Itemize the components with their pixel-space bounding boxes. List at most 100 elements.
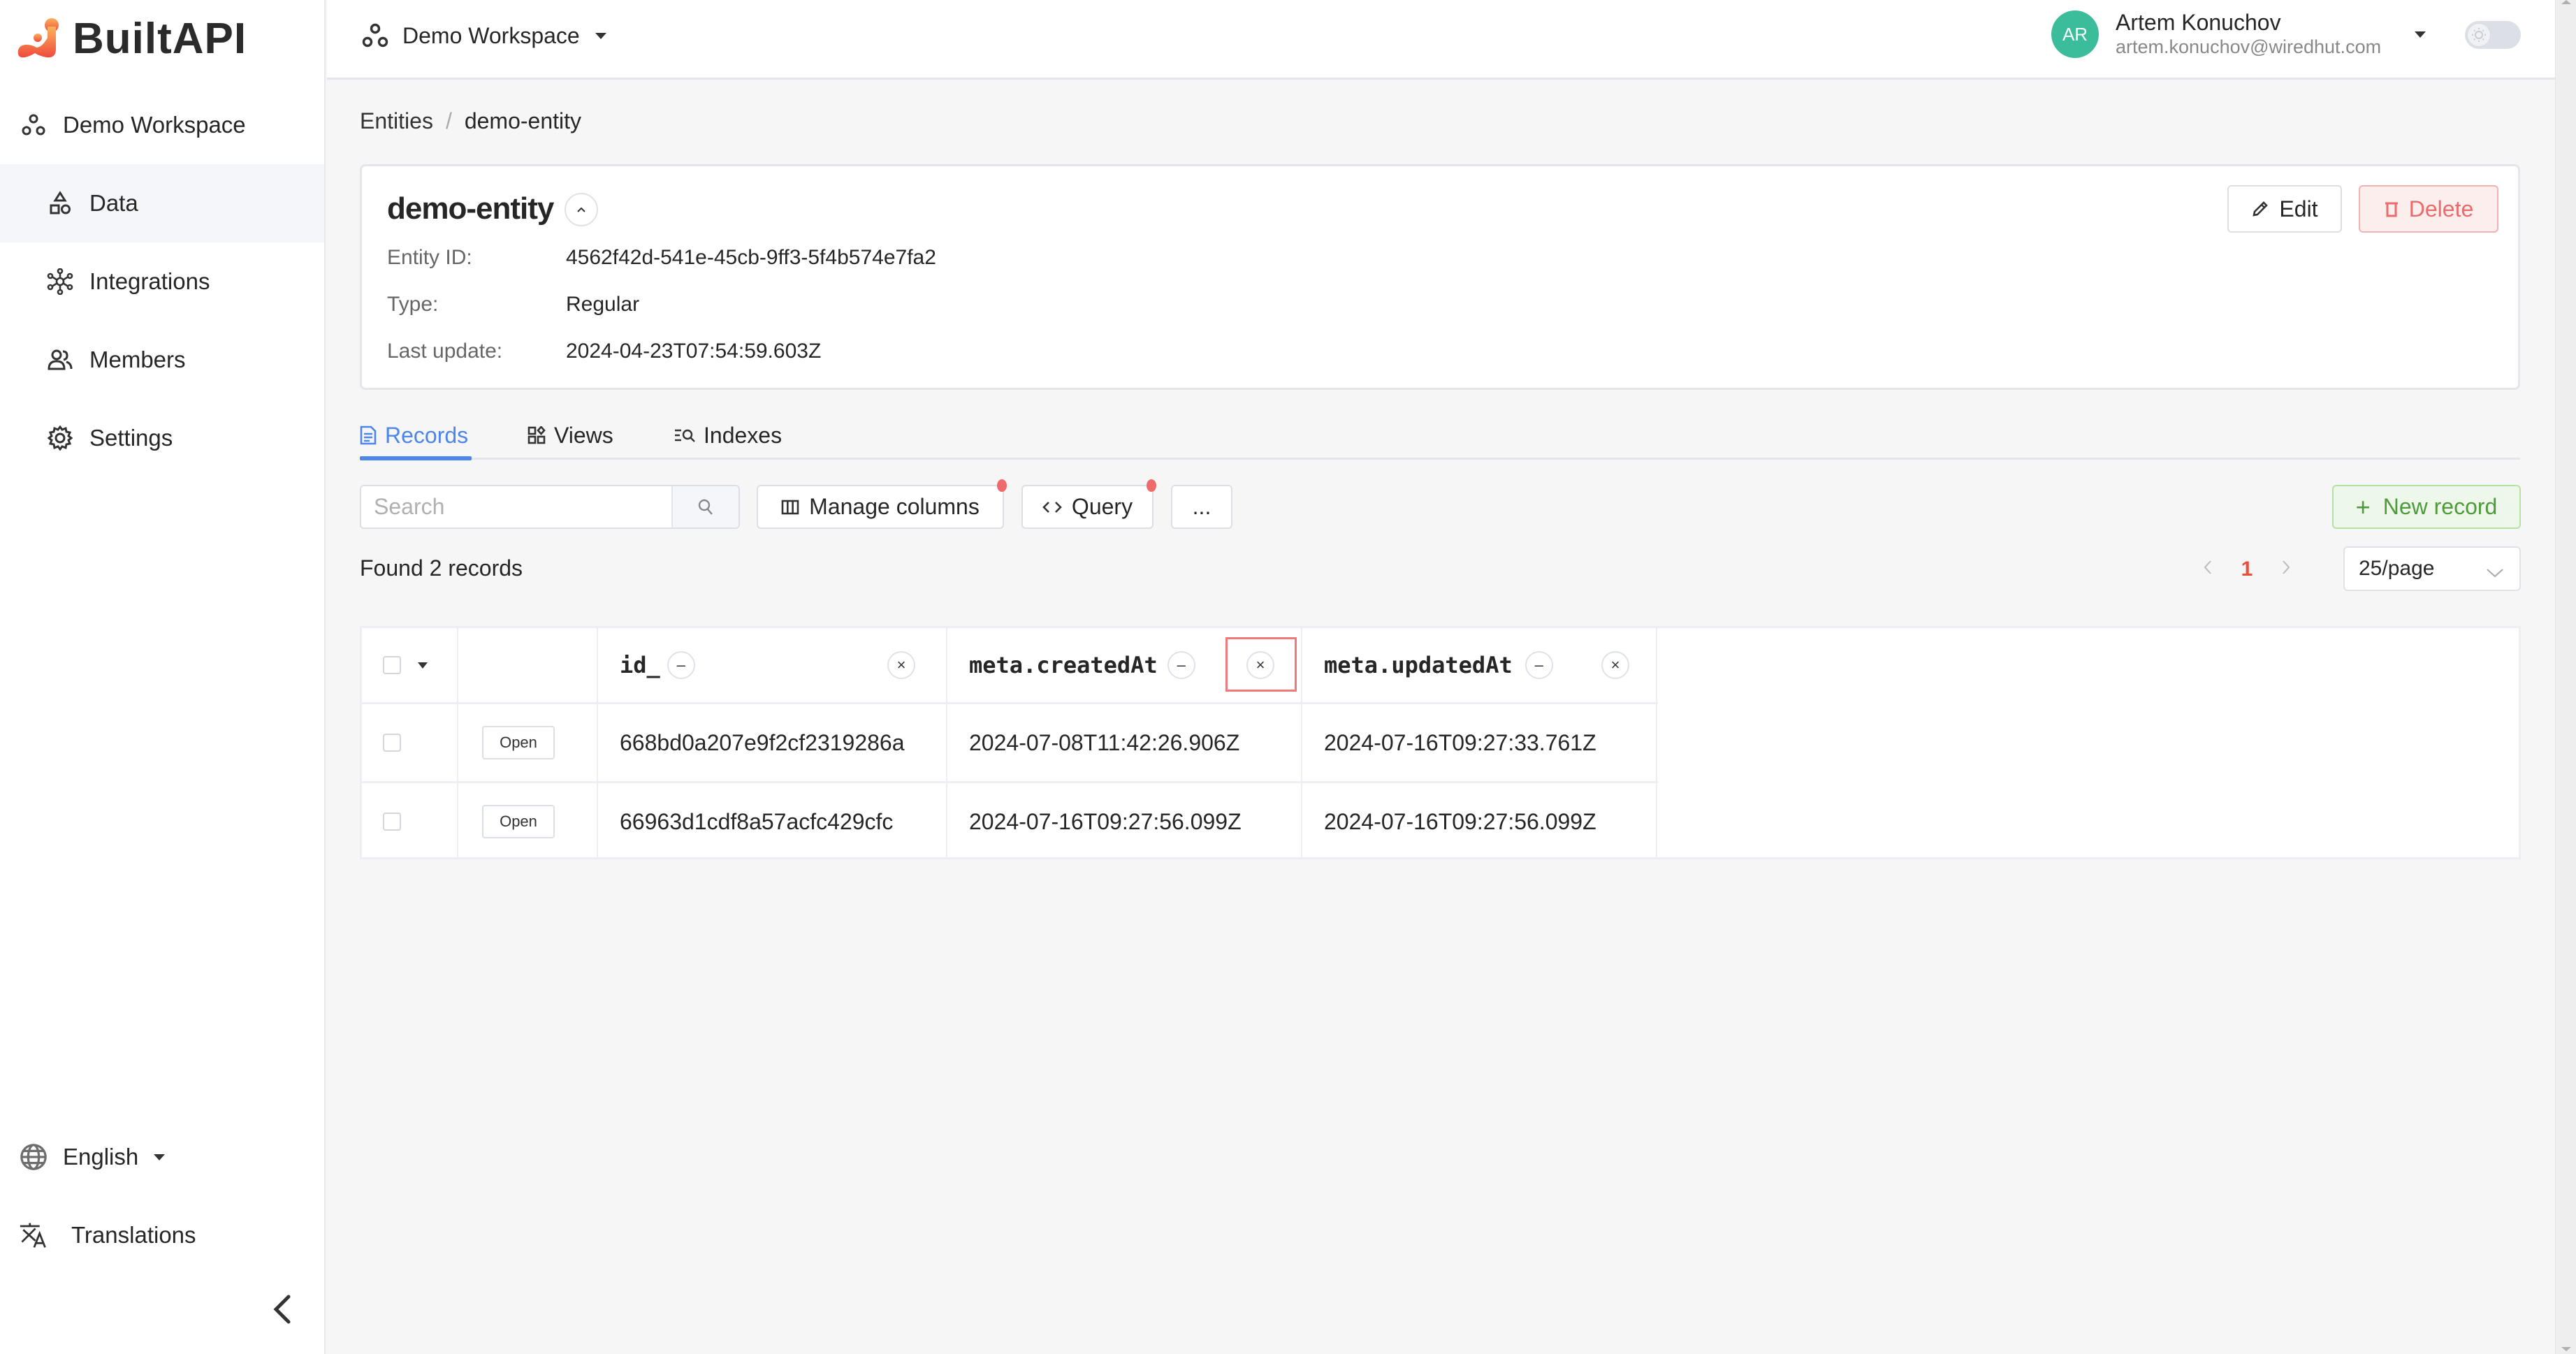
sidebar-item-data[interactable]: Data [0, 164, 324, 242]
index-search-icon [674, 427, 695, 444]
close-icon: × [1610, 656, 1620, 674]
entity-id-label: Entity ID: [387, 246, 472, 269]
new-record-button[interactable]: + New record [2332, 485, 2521, 529]
page-size-value: 25/page [2359, 557, 2435, 580]
row-checkbox[interactable] [383, 813, 401, 831]
entity-type-row: Type: Regular [387, 293, 639, 316]
delete-button[interactable]: Delete [2359, 185, 2498, 233]
entity-type-value: Regular [566, 293, 640, 316]
workspace-switcher[interactable]: Demo Workspace [362, 18, 606, 53]
language-selector[interactable]: English [0, 1118, 324, 1196]
open-record-button[interactable]: Open [482, 726, 555, 759]
remove-column-button[interactable]: × [887, 651, 915, 679]
query-button[interactable]: Query [1021, 479, 1156, 529]
sidebar-item-label: Integrations [89, 268, 210, 294]
sidebar-item-label: Data [89, 190, 138, 216]
entity-id-value: 4562f42d-541e-45cb-9ff3-5f4b574e7fa2 [566, 246, 936, 269]
select-options-caret-icon[interactable] [418, 662, 428, 669]
entity-tabs: Records Views Indexes [360, 412, 2520, 460]
collapse-column-button[interactable]: – [1525, 651, 1553, 679]
active-tab-indicator [360, 456, 472, 460]
entity-title: demo-entity [387, 191, 554, 226]
table-cell-id: 66963d1cdf8a57acfc429cfc [620, 808, 894, 834]
page-size-select[interactable]: 25/page [2343, 546, 2521, 591]
brand-name: BuiltAPI [73, 14, 247, 63]
more-actions-button[interactable]: ... [1171, 485, 1232, 529]
select-all-checkbox[interactable] [383, 656, 401, 674]
entity-last-update-value: 2024-04-23T07:54:59.603Z [566, 340, 822, 363]
avatar: AR [2051, 10, 2099, 58]
page-number[interactable]: 1 [2222, 558, 2272, 581]
sidebar-item-members[interactable]: Members [0, 321, 324, 399]
change-indicator-dot [997, 479, 1007, 492]
breadcrumb: Entities / demo-entity [360, 105, 581, 137]
search-box [360, 485, 740, 529]
breadcrumb-separator: / [445, 108, 452, 133]
sidebar-item-label: Translations [71, 1222, 196, 1248]
user-menu[interactable]: AR Artem Konuchov artem.konuchov@wiredhu… [2051, 10, 2426, 59]
globe-icon [20, 1143, 48, 1171]
remove-column-updatedat: × [1601, 628, 1629, 702]
theme-toggle[interactable] [2465, 21, 2521, 49]
prev-page-button[interactable] [2194, 558, 2222, 581]
scroll-up-arrow-icon[interactable] [2561, 0, 2571, 4]
remove-column-createdat: × [1246, 628, 1274, 702]
chevron-down-icon [154, 1153, 166, 1160]
sidebar-item-settings[interactable]: Settings [0, 399, 324, 477]
plus-icon: + [2355, 492, 2371, 521]
collapse-sidebar-button[interactable] [265, 1290, 299, 1329]
table-cell-createdat: 2024-07-16T09:27:56.099Z [969, 808, 1242, 834]
sidebar-workspace[interactable]: Demo Workspace [0, 86, 324, 164]
builtapi-logo-icon [17, 18, 59, 58]
chevron-down-icon [595, 32, 606, 39]
shapes-icon [46, 189, 74, 217]
next-page-button[interactable] [2272, 558, 2300, 581]
row-checkbox[interactable] [383, 734, 401, 752]
remove-column-button[interactable]: × [1601, 651, 1629, 679]
tab-indexes[interactable]: Indexes [674, 412, 782, 458]
remove-column-button[interactable]: × [1246, 651, 1274, 679]
translate-icon [20, 1221, 48, 1249]
pencil-icon [2251, 200, 2269, 218]
select-all-control [383, 628, 428, 702]
manage-columns-button[interactable]: Manage columns [757, 479, 1007, 529]
sidebar-item-label: Members [89, 347, 186, 372]
minus-icon: – [676, 656, 685, 674]
sidebar-item-integrations[interactable]: Integrations [0, 242, 324, 321]
column-divider [1656, 628, 1657, 857]
edit-button[interactable]: Edit [2227, 185, 2342, 233]
minus-icon: – [1534, 656, 1543, 674]
tab-views[interactable]: Views [527, 412, 613, 458]
sidebar-item-translations[interactable]: Translations [0, 1196, 324, 1274]
manage-columns-label: Manage columns [809, 494, 980, 519]
entity-last-update-row: Last update: 2024-04-23T07:54:59.603Z [387, 340, 821, 363]
page-scrollbar[interactable] [2555, 0, 2576, 1354]
collapse-column-button[interactable]: – [1167, 651, 1195, 679]
column-header-id: id_ – [620, 628, 695, 702]
more-label: ... [1192, 494, 1211, 519]
entity-id-row: Entity ID: 4562f42d-541e-45cb-9ff3-5f4b5… [387, 246, 936, 270]
integrations-icon [46, 268, 74, 296]
scroll-down-arrow-icon[interactable] [2561, 1347, 2571, 1351]
records-count: Found 2 records [360, 555, 523, 581]
top-header: Demo Workspace AR Artem Konuchov artem.k… [327, 0, 2555, 80]
search-input[interactable] [361, 486, 671, 527]
column-divider [1301, 628, 1302, 857]
breadcrumb-entities[interactable]: Entities [360, 108, 433, 134]
records-table: id_ – × meta.createdAt – × meta.updatedA… [360, 626, 2521, 859]
delete-label: Delete [2408, 196, 2474, 221]
views-icon [527, 426, 546, 444]
workspace-icon [20, 111, 48, 139]
column-header-updatedat: meta.updatedAt – [1324, 628, 1553, 702]
logo[interactable]: BuiltAPI [17, 14, 247, 63]
tab-records[interactable]: Records [360, 412, 468, 458]
columns-icon [781, 499, 799, 516]
user-email: artem.konuchov@wiredhut.com [2116, 36, 2382, 57]
collapse-details-button[interactable] [565, 193, 598, 226]
collapse-column-button[interactable]: – [667, 651, 695, 679]
workspace-name: Demo Workspace [402, 22, 580, 48]
minus-icon: – [1177, 656, 1186, 674]
row-open: Open [482, 783, 555, 860]
open-record-button[interactable]: Open [482, 805, 555, 838]
search-button[interactable] [671, 486, 738, 527]
